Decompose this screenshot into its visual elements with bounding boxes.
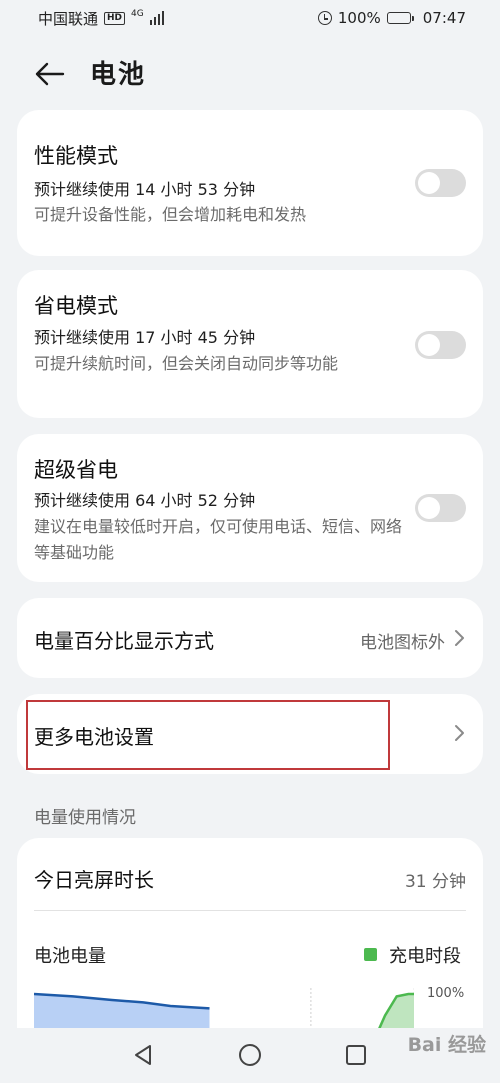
status-bar: 中国联通 HD 4G 100% 07:47 bbox=[0, 0, 500, 36]
network-type: 4G bbox=[131, 8, 144, 19]
ultra-power-saving-desc: 建议在电量较低时开启，仅可使用电话、短信、网络等基础功能 bbox=[34, 517, 403, 562]
chevron-right-icon bbox=[455, 630, 464, 646]
nav-home-button[interactable] bbox=[237, 1042, 263, 1068]
header: 电池 bbox=[0, 50, 500, 98]
carrier-name: 中国联通 bbox=[38, 9, 99, 28]
battery-icon bbox=[386, 12, 414, 24]
percent-display-value: 电池图标外 bbox=[360, 633, 445, 653]
percent-display-row[interactable]: 电量百分比显示方式 电池图标外 bbox=[17, 598, 483, 678]
ultra-power-saving-card: 超级省电 预计继续使用 64 小时 52 分钟 建议在电量较低时开启，仅可使用电… bbox=[17, 434, 483, 582]
nav-recents-icon bbox=[346, 1045, 366, 1065]
nav-back-button[interactable] bbox=[130, 1042, 156, 1068]
page-title: 电池 bbox=[90, 60, 147, 90]
chevron-right-icon bbox=[455, 725, 464, 741]
power-saving-mode-card: 省电模式 预计继续使用 17 小时 45 分钟 可提升续航时间，但会关闭自动同步… bbox=[17, 270, 483, 418]
charging-legend-label: 充电时段 bbox=[389, 946, 461, 967]
power-saving-mode-desc: 可提升续航时间，但会关闭自动同步等功能 bbox=[34, 354, 339, 373]
power-saving-mode-toggle[interactable] bbox=[415, 331, 466, 359]
power-saving-mode-estimate: 预计继续使用 17 小时 45 分钟 bbox=[34, 328, 256, 347]
performance-mode-desc: 可提升设备性能，但会增加耗电和发热 bbox=[34, 205, 307, 224]
usage-divider bbox=[34, 910, 466, 911]
performance-mode-estimate: 预计继续使用 14 小时 53 分钟 bbox=[34, 180, 256, 199]
watermark-logo: Bai 经验 bbox=[407, 1034, 486, 1056]
percent-display-label: 电量百分比显示方式 bbox=[34, 629, 214, 653]
usage-section-label: 电量使用情况 bbox=[34, 808, 136, 828]
back-arrow-icon bbox=[35, 62, 65, 86]
power-saving-mode-title: 省电模式 bbox=[34, 294, 118, 318]
clock: 07:47 bbox=[422, 9, 466, 27]
hd-badge: HD bbox=[104, 11, 126, 25]
performance-mode-toggle[interactable] bbox=[415, 169, 466, 197]
performance-mode-card: 性能模式 预计继续使用 14 小时 53 分钟 可提升设备性能，但会增加耗电和发… bbox=[17, 110, 483, 256]
y-tick-label: 100% bbox=[427, 986, 465, 1001]
highlight-annotation-box bbox=[26, 700, 390, 770]
signal-icon bbox=[149, 11, 164, 25]
ultra-power-saving-toggle[interactable] bbox=[415, 494, 466, 522]
charging-legend-swatch bbox=[364, 948, 377, 961]
ultra-power-saving-title: 超级省电 bbox=[34, 458, 118, 482]
performance-mode-title: 性能模式 bbox=[34, 144, 118, 168]
battery-percent: 100% bbox=[337, 9, 381, 27]
ultra-power-saving-estimate: 预计继续使用 64 小时 52 分钟 bbox=[34, 491, 256, 510]
nav-recents-button[interactable] bbox=[343, 1042, 369, 1068]
alarm-icon bbox=[317, 11, 332, 25]
nav-home-icon bbox=[239, 1044, 261, 1066]
status-left: 中国联通 HD 4G bbox=[38, 8, 164, 29]
battery-level-label: 电池电量 bbox=[34, 946, 106, 967]
nav-back-icon bbox=[135, 1045, 151, 1065]
back-button[interactable] bbox=[30, 56, 70, 92]
usage-card: 今日亮屏时长 31 分钟 电池电量 充电时段 100% bbox=[17, 838, 483, 1038]
screen-time-label: 今日亮屏时长 bbox=[34, 868, 154, 892]
status-right: 100% 07:47 bbox=[317, 9, 466, 27]
screen-time-value: 31 分钟 bbox=[404, 872, 466, 892]
